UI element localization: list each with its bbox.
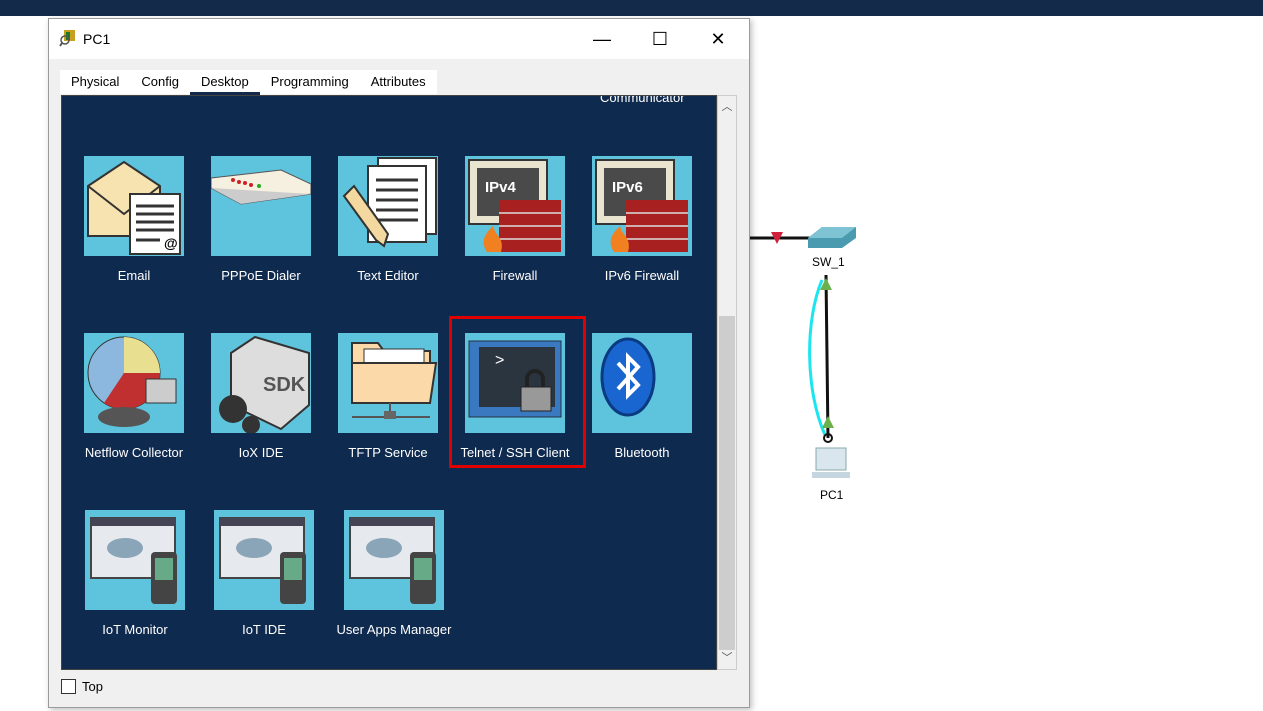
minimize-button[interactable]: — xyxy=(579,27,625,51)
vertical-scrollbar[interactable]: ︿ ﹀ xyxy=(717,95,737,670)
switch-icon[interactable] xyxy=(808,227,856,248)
svg-text:@: @ xyxy=(164,235,178,251)
maximize-button[interactable]: ☐ xyxy=(637,27,683,51)
app-label: Netflow Collector xyxy=(84,445,184,460)
tab-attributes[interactable]: Attributes xyxy=(360,70,437,94)
app-label: IoX IDE xyxy=(238,445,284,460)
close-button[interactable]: ✕ xyxy=(695,27,741,51)
network-topology: SW_1 PC1 xyxy=(750,200,890,513)
top-checkbox-label: Top xyxy=(82,679,103,694)
app-label-communicator[interactable]: Communicator xyxy=(600,96,685,105)
cloud-phone-icon xyxy=(219,517,306,604)
cyan-link xyxy=(808,279,827,436)
bluetooth-icon xyxy=(600,337,656,417)
scroll-up-icon[interactable]: ︿ xyxy=(718,98,736,116)
pc-app-icon xyxy=(59,30,75,47)
tab-bar: Physical Config Desktop Programming Attr… xyxy=(60,70,437,96)
firewall-icon: IPv6 xyxy=(595,159,688,252)
app-pppoe-dialer[interactable]: PPPoE Dialer xyxy=(196,156,326,283)
modem-icon xyxy=(211,169,311,205)
firewall-icon: IPv4 xyxy=(468,159,561,252)
app-label: IoT IDE xyxy=(242,622,286,637)
top-checkbox[interactable]: Top xyxy=(61,679,103,694)
app-email[interactable]: @ Email xyxy=(69,156,199,283)
app-bluetooth[interactable]: Bluetooth xyxy=(577,333,707,460)
app-ipv6-firewall[interactable]: IPv6 IPv6 Firewall xyxy=(577,156,707,283)
pie-chart-icon xyxy=(87,336,177,427)
app-user-apps-manager[interactable]: User Apps Manager xyxy=(329,510,459,637)
app-label: PPPoE Dialer xyxy=(221,268,301,283)
folder-icon xyxy=(351,342,438,419)
highlight-box xyxy=(449,316,586,468)
tab-desktop[interactable]: Desktop xyxy=(190,70,260,96)
switch-label: SW_1 xyxy=(812,255,845,269)
app-text-editor[interactable]: Text Editor xyxy=(323,156,453,283)
tab-physical[interactable]: Physical xyxy=(60,70,130,94)
app-label: Bluetooth xyxy=(614,445,670,460)
cloud-phone-icon xyxy=(90,517,177,604)
pc1-window: PC1 — ☐ ✕ Physical Config Desktop Progra… xyxy=(48,18,750,708)
app-label: TFTP Service xyxy=(348,445,428,460)
scroll-down-icon[interactable]: ﹀ xyxy=(718,649,736,667)
sdk-icon: SDK xyxy=(219,335,310,433)
app-firewall[interactable]: IPv4 Firewall xyxy=(450,156,580,283)
email-icon: @ xyxy=(87,160,181,255)
checkbox-icon[interactable] xyxy=(61,679,76,694)
tab-programming[interactable]: Programming xyxy=(260,70,360,94)
text-editor-icon xyxy=(342,157,437,248)
scroll-thumb[interactable] xyxy=(719,316,735,650)
window-title: PC1 xyxy=(83,31,111,47)
app-label: Text Editor xyxy=(357,268,419,283)
app-iox-ide[interactable]: SDK IoX IDE xyxy=(196,333,326,460)
app-label: Email xyxy=(117,268,151,283)
svg-text:SDK: SDK xyxy=(263,374,306,396)
app-label: Firewall xyxy=(492,268,538,283)
top-bar xyxy=(0,0,1263,16)
app-label: IPv6 Firewall xyxy=(604,268,680,283)
app-iot-monitor[interactable]: IoT Monitor xyxy=(70,510,200,637)
title-bar[interactable]: PC1 — ☐ ✕ xyxy=(49,19,749,59)
app-netflow-collector[interactable]: Netflow Collector xyxy=(69,333,199,460)
app-tftp-service[interactable]: TFTP Service xyxy=(323,333,453,460)
svg-text:IPv4: IPv4 xyxy=(485,179,517,196)
tab-config[interactable]: Config xyxy=(130,70,190,94)
pc-icon[interactable] xyxy=(812,447,850,478)
app-label: IoT Monitor xyxy=(102,622,168,637)
cloud-phone-icon xyxy=(349,517,436,604)
desktop-panel: Communicator @ Email PPPoE Dialer Text E… xyxy=(61,95,717,670)
app-label: User Apps Manager xyxy=(336,622,452,637)
link-up-icon xyxy=(822,416,834,428)
svg-text:IPv6: IPv6 xyxy=(612,179,643,196)
app-iot-ide[interactable]: IoT IDE xyxy=(199,510,329,637)
pc-label: PC1 xyxy=(820,488,844,502)
